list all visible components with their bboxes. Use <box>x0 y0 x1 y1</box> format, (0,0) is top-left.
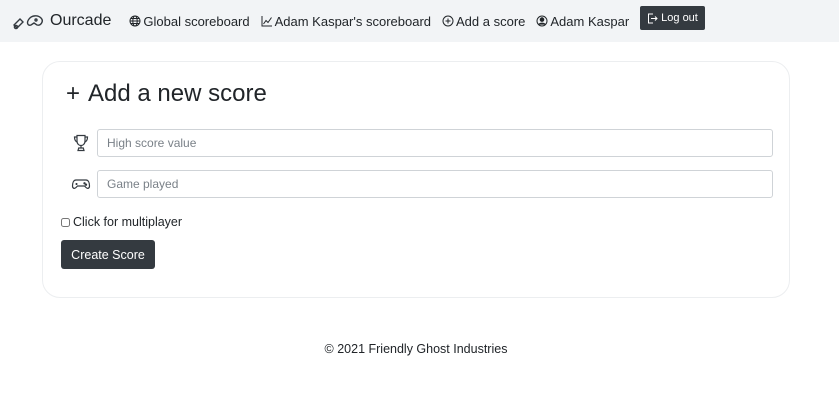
chart-line-icon <box>261 15 273 27</box>
nav-global-scoreboard[interactable]: Global scoreboard <box>129 13 250 29</box>
card-title: + Add a new score <box>66 80 267 108</box>
trophy-icon <box>65 129 97 157</box>
score-field-row <box>65 129 773 157</box>
game-played-input[interactable] <box>97 170 773 198</box>
nav-add-score-label: Add a score <box>456 13 526 29</box>
nav-user-profile-label: Adam Kaspar <box>550 13 630 29</box>
logout-label: Log out <box>661 12 698 24</box>
multiplayer-checkbox[interactable] <box>61 217 70 227</box>
multiplayer-label: Click for multiplayer <box>73 215 183 229</box>
nav-add-score[interactable]: Add a score <box>442 14 525 29</box>
globe-icon <box>129 15 141 27</box>
logout-icon <box>647 13 658 24</box>
gamepad-icon <box>65 170 97 198</box>
page-title: Add a new score <box>88 80 267 107</box>
nav-global-scoreboard-label: Global scoreboard <box>143 13 250 29</box>
create-score-button[interactable]: Create Score <box>61 240 155 269</box>
multiplayer-checkbox-row: Click for multiplayer <box>61 215 182 229</box>
nav-user-profile[interactable]: Adam Kaspar <box>536 14 629 29</box>
plus-icon: + <box>66 80 81 107</box>
nav-user-scoreboard[interactable]: Adam Kaspar's scoreboard <box>261 14 431 29</box>
footer-copyright: © 2021 Friendly Ghost Industries <box>324 342 508 356</box>
nav-user-scoreboard-label: Adam Kaspar's scoreboard <box>274 13 432 29</box>
gamepad-logo-icon <box>12 11 48 31</box>
game-field-row <box>65 170 773 198</box>
brand-name: Ourcade <box>50 12 112 29</box>
user-circle-icon <box>536 15 548 27</box>
add-score-card: + Add a new score Click for <box>42 61 790 298</box>
brand-link[interactable]: Ourcade <box>12 11 111 31</box>
navbar: Ourcade Global scoreboard Adam Kaspar's … <box>0 0 839 42</box>
plus-circle-icon <box>442 15 454 27</box>
logout-button[interactable]: Log out <box>640 6 705 30</box>
high-score-input[interactable] <box>97 129 773 157</box>
